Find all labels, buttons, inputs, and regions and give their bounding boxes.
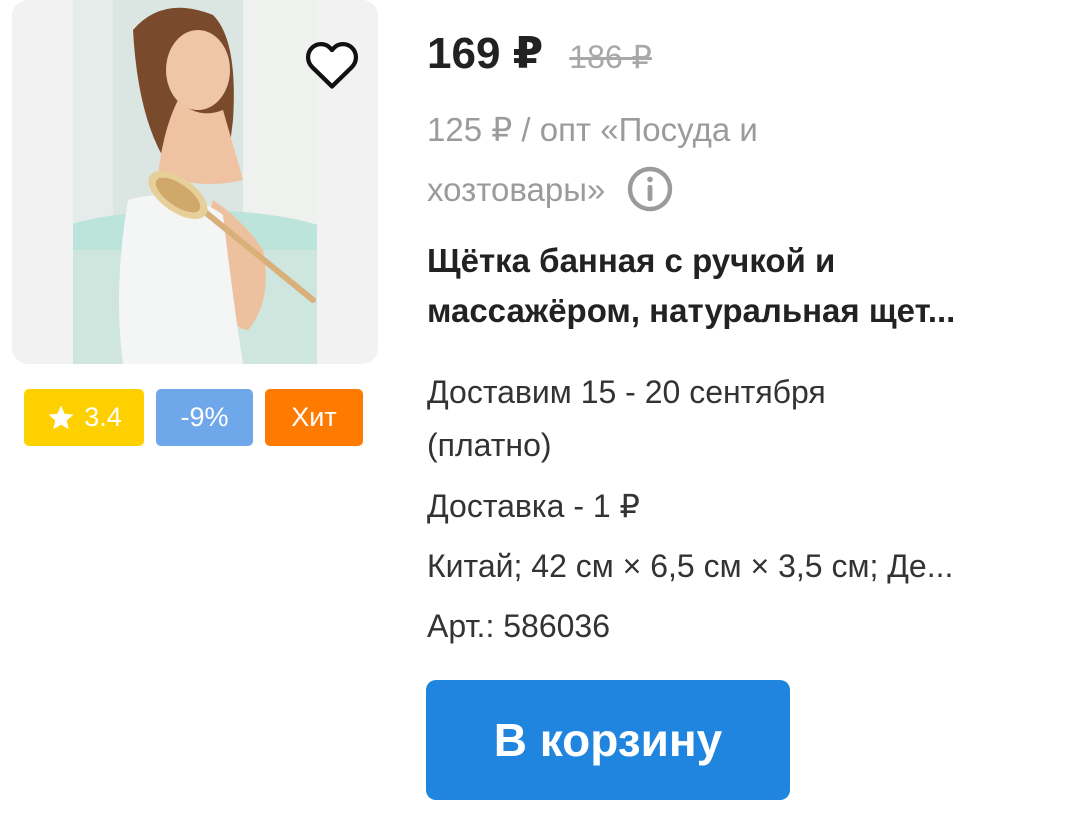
rating-value: 3.4	[84, 402, 122, 432]
product-badges: 3.4 -9% Хит	[24, 389, 363, 446]
old-price: 186 ₽	[569, 39, 652, 75]
discount-badge: -9%	[156, 389, 253, 446]
star-icon	[48, 405, 74, 429]
delivery-cost: Доставка - 1 ₽	[427, 488, 640, 524]
add-to-cart-button[interactable]: В корзину	[426, 680, 790, 800]
heart-outline-icon	[305, 41, 359, 89]
product-specs: Китай; 42 см × 6,5 см × 3,5 см; Де...	[427, 548, 954, 584]
wholesale-line-1: 125 ₽ / опт «Посуда и	[427, 111, 758, 148]
wholesale-price: 125 ₽ / опт «Посуда и хозтовары»	[427, 100, 847, 220]
price-row: 169 ₽ 186 ₽	[427, 28, 652, 79]
product-meta: Доставим 15 - 20 сентября (платно) Доста…	[427, 366, 1047, 656]
wholesale-line-2: хозтовары»	[427, 160, 847, 220]
product-image-card[interactable]	[12, 0, 378, 364]
current-price: 169 ₽	[427, 29, 544, 78]
hit-badge: Хит	[265, 389, 363, 446]
product-title-line-2: массажёром, натуральная щет...	[427, 292, 956, 329]
delivery-date: Доставим 15 - 20 сентября (платно)	[427, 374, 826, 463]
rating-badge: 3.4	[24, 389, 144, 446]
product-title-line-1: Щётка банная с ручкой и	[427, 242, 836, 279]
wholesale-line-2-text: хозтовары»	[427, 171, 606, 208]
product-title[interactable]: Щётка банная с ручкой и массажёром, нату…	[427, 236, 1047, 336]
favorite-button[interactable]	[301, 36, 363, 92]
info-circle-icon[interactable]	[626, 165, 674, 213]
product-article: Арт.: 586036	[427, 608, 610, 644]
product-photo[interactable]	[73, 0, 317, 364]
